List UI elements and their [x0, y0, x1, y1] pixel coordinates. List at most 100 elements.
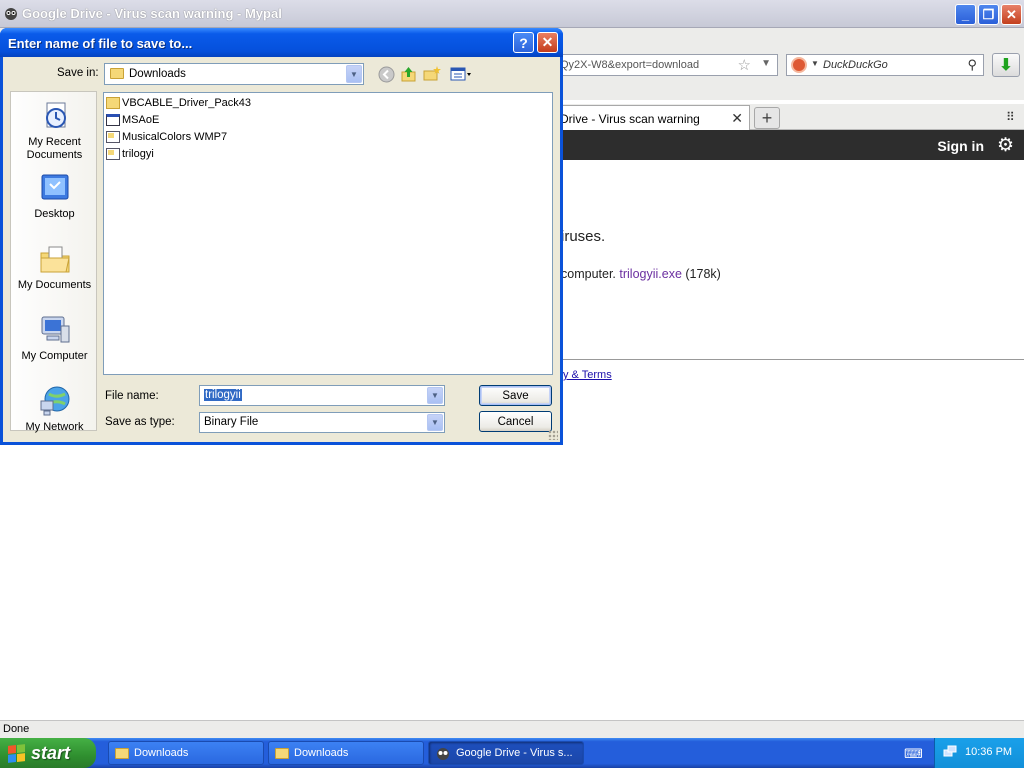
file-name-value: trilogyii: [204, 389, 242, 401]
list-item[interactable]: MusicalColors WMP7: [106, 129, 227, 145]
taskbar-item-downloads-1[interactable]: Downloads: [108, 741, 264, 765]
folder-icon: [275, 747, 289, 759]
plus-icon: +: [761, 108, 773, 128]
close-window-button[interactable]: ✕: [1001, 4, 1022, 25]
folder-icon: [110, 68, 124, 79]
restore-button[interactable]: ❐: [978, 4, 999, 25]
footer-divider: [556, 359, 1024, 360]
minimize-button[interactable]: _: [955, 4, 976, 25]
place-label: My Recent Documents: [26, 136, 83, 161]
file-download-link[interactable]: trilogyii.exe: [619, 267, 682, 281]
dialog-help-button[interactable]: ?: [513, 32, 534, 53]
folder-icon: [115, 747, 129, 759]
file-name-selection: trilogyii: [204, 389, 242, 401]
dialog-close-button[interactable]: ✕: [537, 32, 558, 53]
desktop-icon: [39, 172, 71, 204]
file-list[interactable]: VBCABLE_Driver_Pack43 MSAoE MusicalColor…: [103, 92, 553, 375]
chevron-down-icon[interactable]: ▼: [427, 387, 443, 404]
my-computer-icon: [39, 314, 71, 346]
downloads-button[interactable]: ⬇: [992, 53, 1020, 77]
place-my-computer[interactable]: My Computer: [11, 314, 98, 363]
tab-list-icon[interactable]: ⠿: [1006, 110, 1015, 124]
warning-text-prefix: computer.: [561, 267, 620, 281]
close-icon: ✕: [1006, 6, 1017, 22]
new-folder-icon: [423, 66, 441, 81]
list-item[interactable]: trilogyi: [106, 146, 154, 162]
taskbar-item-downloads-2[interactable]: Downloads: [268, 741, 424, 765]
network-icon[interactable]: [943, 745, 957, 759]
dialog-body: Save in: Downloads ▼ My Recent Documents: [3, 57, 560, 442]
recent-documents-icon: [39, 100, 71, 132]
bookmark-star-icon[interactable]: ☆: [738, 56, 751, 74]
url-bar[interactable]: Qy2X-W8&export=download ☆ ▼: [556, 54, 778, 76]
place-my-recent-documents[interactable]: My Recent Documents: [11, 100, 98, 162]
new-tab-button[interactable]: +: [754, 107, 780, 129]
resize-grip[interactable]: [548, 430, 558, 440]
taskbar-item-label: Downloads: [134, 747, 189, 759]
save-as-type-dropdown[interactable]: Binary File ▼: [199, 412, 445, 433]
search-engine-dropdown-icon[interactable]: ▼: [811, 59, 819, 68]
file-name-label: File name:: [105, 390, 159, 402]
place-my-documents[interactable]: My Documents: [11, 243, 98, 292]
close-icon: ✕: [541, 34, 554, 50]
restore-icon: ❐: [982, 6, 995, 22]
chevron-down-icon[interactable]: ▼: [346, 65, 362, 83]
view-menu-button[interactable]: [449, 65, 473, 83]
place-label: Desktop: [34, 208, 75, 220]
taskbar-item-browser[interactable]: Google Drive - Virus s...: [428, 741, 584, 765]
download-arrow-icon: ⬇: [999, 57, 1013, 74]
my-network-icon: [39, 385, 71, 417]
new-folder-button[interactable]: [423, 65, 441, 83]
page-heading: iruses.: [561, 228, 606, 245]
file-name: VBCABLE_Driver_Pack43: [122, 97, 252, 109]
application-icon: [106, 114, 120, 126]
search-bar[interactable]: ▼ DuckDuckGo ⚲: [786, 54, 984, 76]
url-text: Qy2X-W8&export=download: [560, 59, 700, 71]
file-name: MSAoE: [122, 114, 160, 126]
start-label: start: [31, 742, 71, 763]
list-item[interactable]: VBCABLE_Driver_Pack43: [106, 95, 251, 111]
file-name: MusicalColors WMP7: [122, 131, 228, 143]
help-icon: ?: [519, 34, 528, 51]
sign-in-link[interactable]: Sign in: [937, 138, 984, 154]
start-button[interactable]: start: [0, 738, 96, 768]
place-desktop[interactable]: Desktop: [11, 172, 98, 221]
save-as-type-label: Save as type:: [105, 416, 175, 428]
chevron-down-icon[interactable]: ▼: [427, 414, 443, 431]
mypal-app-icon: [5, 8, 17, 20]
tab-virus-scan-warning[interactable]: Drive - Virus scan warning ✕: [556, 105, 750, 131]
save-button[interactable]: Save: [479, 385, 552, 406]
file-name-field[interactable]: trilogyii ▼: [199, 385, 445, 406]
list-item[interactable]: MSAoE: [106, 112, 159, 128]
taskbar-item-label: Google Drive - Virus s...: [456, 747, 573, 759]
up-folder-icon: [401, 67, 416, 82]
url-dropdown-icon[interactable]: ▼: [761, 58, 771, 69]
taskbar-item-label: Downloads: [294, 747, 349, 759]
save-in-value: Downloads: [129, 68, 186, 80]
tab-close-icon[interactable]: ✕: [731, 110, 743, 127]
file-name: trilogyi: [122, 148, 154, 160]
search-placeholder: DuckDuckGo: [823, 59, 888, 71]
place-my-network[interactable]: My Network: [11, 385, 98, 434]
save-file-dialog: Enter name of file to save to... ? ✕ Sav…: [0, 28, 563, 445]
save-in-dropdown[interactable]: Downloads ▼: [104, 63, 364, 85]
up-folder-button[interactable]: [400, 65, 418, 83]
gear-icon[interactable]: ⚙: [997, 134, 1014, 157]
status-bar: Done: [0, 720, 1024, 738]
place-label: My Documents: [17, 279, 92, 291]
duckduckgo-icon[interactable]: [791, 57, 807, 73]
cancel-button[interactable]: Cancel: [479, 411, 552, 432]
back-button[interactable]: [377, 65, 395, 83]
back-arrow-icon: [378, 66, 394, 82]
browser-window-title: Google Drive - Virus scan warning - Mypa…: [22, 6, 282, 21]
terms-link[interactable]: y & Terms: [563, 369, 612, 381]
google-bar: Sign in ⚙: [556, 130, 1024, 160]
my-documents-icon: [39, 243, 71, 275]
executable-icon: [106, 131, 120, 143]
keyboard-icon[interactable]: ⌨: [904, 746, 923, 762]
search-icon[interactable]: ⚲: [967, 57, 977, 73]
system-tray: 10:36 PM: [934, 738, 1024, 768]
clock[interactable]: 10:36 PM: [965, 746, 1012, 758]
taskbar: start Downloads Downloads Google Drive -…: [0, 738, 1024, 768]
browser-titlebar: Google Drive - Virus scan warning - Mypa…: [0, 0, 1024, 28]
